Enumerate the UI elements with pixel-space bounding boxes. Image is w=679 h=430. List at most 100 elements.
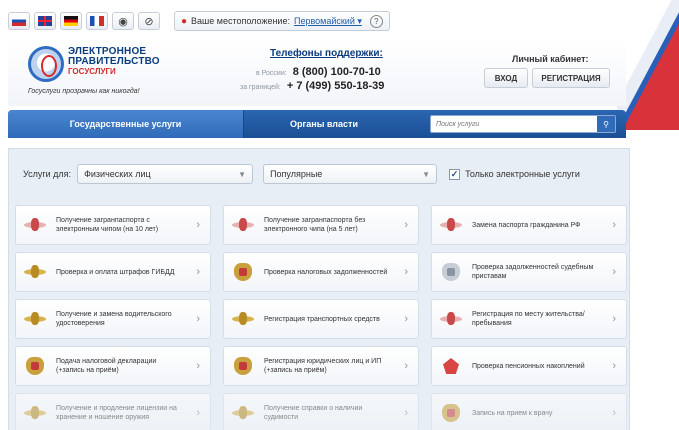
service-card-label: Регистрация по месту жительства/пребыван… [472, 311, 585, 327]
filter-label: Услуги для: [23, 169, 72, 179]
location-selector[interactable]: ● Ваше местоположение: Первомайский ▾ ? [174, 11, 390, 31]
location-value[interactable]: Первомайский ▾ [294, 16, 362, 27]
service-card[interactable]: Проверка пенсионных накоплений › [431, 346, 627, 386]
chevron-right-icon: › [612, 313, 616, 325]
cabinet-label: Личный кабинет: [512, 54, 589, 64]
register-button[interactable]: РЕГИСТРАЦИЯ [532, 68, 610, 88]
support-ru-number: 8 (800) 100-70-10 [292, 66, 381, 78]
logo-icon[interactable] [28, 46, 64, 82]
support-abroad-number: + 7 (499) 550-18-39 [286, 80, 385, 92]
top-bar: ◉ ⊘ ● Ваше местоположение: Первомайский … [8, 8, 620, 34]
search-icon: ⚲ [603, 119, 609, 129]
chevron-right-icon: › [404, 266, 408, 278]
audience-select[interactable]: Физических лиц ▼ [77, 164, 254, 184]
main-nav: Государственные услуги Органы власти ⚲ [8, 110, 626, 138]
chevron-right-icon: › [196, 219, 200, 231]
compass-icon: ⊘ [144, 15, 154, 28]
lang-fr-button[interactable] [86, 12, 108, 30]
chevron-right-icon: › [404, 407, 408, 419]
chevron-right-icon: › [404, 313, 408, 325]
service-card[interactable]: Получение и замена водительского удостов… [15, 299, 211, 339]
login-button[interactable]: ВХОД [484, 68, 528, 88]
tax-eagle-icon [232, 263, 254, 281]
services-grid: Получение загранпаспорта с электронным ч… [15, 205, 627, 430]
electronic-only-checkbox[interactable]: ✓ [449, 168, 461, 180]
service-card-label: Регистрация транспортных средств [264, 315, 380, 323]
decorative-stripes [617, 0, 679, 130]
lang-ru-button[interactable] [8, 12, 30, 30]
passport-chip-icon [24, 216, 46, 234]
service-card-label: Проверка пенсионных накоплений [472, 362, 585, 370]
accessibility-button[interactable]: ◉ [112, 12, 134, 30]
logo-text-line2[interactable]: ПРАВИТЕЛЬСТВО [68, 56, 160, 67]
pension-icon [440, 357, 462, 375]
passport-replace-icon [440, 216, 462, 234]
service-card-label: Получение справки о наличии судимости [264, 405, 363, 421]
lang-de-button[interactable] [60, 12, 82, 30]
eye-icon: ◉ [118, 15, 128, 28]
services-panel: Услуги для: Физических лиц ▼ Популярные … [8, 148, 630, 430]
vehicle-registration-icon [232, 310, 254, 328]
service-card[interactable]: Получение справки о наличии судимости › [223, 393, 419, 430]
de-flag-icon [64, 16, 78, 26]
service-card[interactable]: Получение и продление лицензии на хранен… [15, 393, 211, 430]
tab-government-services[interactable]: Государственные услуги [8, 110, 244, 138]
service-card[interactable]: Проверка налоговых задолженностей › [223, 252, 419, 292]
chevron-down-icon: ▼ [422, 169, 431, 179]
filter-row: Услуги для: Физических лиц ▼ Популярные … [9, 149, 629, 199]
service-card-label: Запись на прием к врачу [472, 409, 553, 417]
driver-license-icon [24, 310, 46, 328]
criminal-record-icon [232, 404, 254, 422]
search-input[interactable] [431, 120, 591, 128]
support-ru-row: в России: 8 (800) 100-70-10 [256, 66, 381, 78]
service-card-label: Получение загранпаспорта с электронным ч… [56, 217, 159, 233]
chevron-right-icon: › [196, 313, 200, 325]
chevron-right-icon: › [612, 360, 616, 372]
help-icon[interactable]: ? [369, 14, 383, 28]
service-card-label: Проверка налоговых задолженностей [264, 268, 388, 276]
service-card[interactable]: Регистрация по месту жительства/пребыван… [431, 299, 627, 339]
service-card-label: Регистрация юридических лиц и ИП (+запис… [264, 358, 382, 374]
tab-authorities[interactable]: Органы власти [244, 110, 404, 138]
doctor-appointment-icon [440, 404, 462, 422]
service-card[interactable]: Проверка и оплата штрафов ГИБДД › [15, 252, 211, 292]
legal-entity-icon [232, 357, 254, 375]
search-button[interactable]: ⚲ [597, 116, 615, 132]
logo-text-line3[interactable]: ГОСУСЛУГИ [68, 67, 116, 76]
service-card-label: Проверка и оплата штрафов ГИБДД [56, 268, 175, 276]
fr-flag-icon [90, 16, 104, 26]
sort-select-value: Популярные [270, 169, 323, 179]
chevron-right-icon: › [612, 219, 616, 231]
audience-select-value: Физических лиц [84, 169, 151, 179]
sort-select[interactable]: Популярные ▼ [263, 164, 438, 184]
service-card-label: Получение и продление лицензии на хранен… [56, 405, 177, 421]
service-card[interactable]: Проверка задолженностей судебным пристав… [431, 252, 627, 292]
service-card-label: Подача налоговой декларации (+запись на … [56, 358, 157, 374]
service-card[interactable]: Получение загранпаспорта без электронног… [223, 205, 419, 245]
support-ru-label: в России: [256, 70, 287, 77]
service-card[interactable]: Регистрация транспортных средств › [223, 299, 419, 339]
uk-flag-icon [38, 16, 52, 26]
chevron-right-icon: › [196, 407, 200, 419]
traffic-police-icon [24, 263, 46, 281]
chevron-down-icon: ▼ [238, 169, 247, 179]
chevron-right-icon: › [196, 360, 200, 372]
search-box: ⚲ [430, 115, 616, 133]
chevron-right-icon: › [196, 266, 200, 278]
service-card[interactable]: Получение загранпаспорта с электронным ч… [15, 205, 211, 245]
site-header: ЭЛЕКТРОННОЕ ПРАВИТЕЛЬСТВО ГОСУСЛУГИ Госу… [8, 38, 626, 106]
lang-en-button[interactable] [34, 12, 56, 30]
chevron-right-icon: › [612, 266, 616, 278]
service-card[interactable]: Регистрация юридических лиц и ИП (+запис… [223, 346, 419, 386]
service-card[interactable]: Подача налоговой декларации (+запись на … [15, 346, 211, 386]
electronic-only-filter[interactable]: ✓ Только электронные услуги [449, 168, 580, 180]
service-card-label: Получение загранпаспорта без электронног… [264, 217, 366, 233]
compass-button[interactable]: ⊘ [138, 12, 160, 30]
support-title[interactable]: Телефоны поддержки: [270, 48, 383, 59]
service-card-label: Получение и замена водительского удостов… [56, 311, 172, 327]
service-card-label: Замена паспорта гражданина РФ [472, 221, 581, 229]
service-card[interactable]: Замена паспорта гражданина РФ › [431, 205, 627, 245]
service-card[interactable]: Запись на прием к врачу › [431, 393, 627, 430]
tax-declaration-icon [24, 357, 46, 375]
location-label: Ваше местоположение: [191, 16, 290, 26]
